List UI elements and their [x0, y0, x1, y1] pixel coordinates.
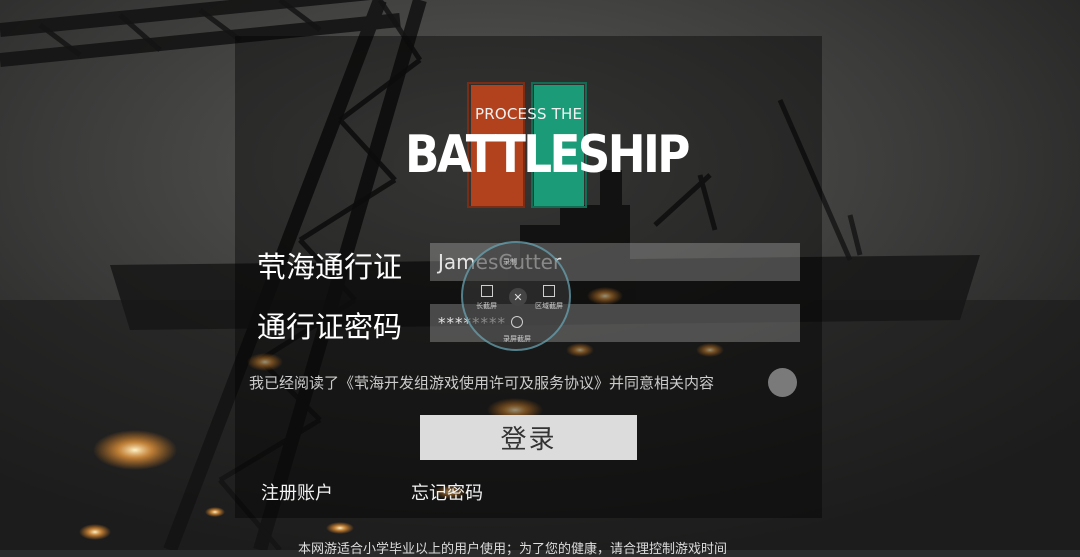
password-label: 通行证密码	[257, 310, 403, 344]
screen-record-icon[interactable]	[511, 316, 523, 328]
register-link[interactable]: 注册账户	[261, 479, 333, 505]
login-button[interactable]: 登录	[420, 415, 637, 460]
agreement-toggle[interactable]	[768, 368, 797, 397]
agreement-text[interactable]: 我已经阅读了《茕海开发组游戏使用许可及服务协议》并同意相关内容	[249, 372, 714, 393]
area-screenshot-label[interactable]: 区域截屏	[535, 301, 563, 311]
screen-record-label[interactable]: 录屏截屏	[503, 334, 531, 344]
record-tool-label[interactable]: 录制	[503, 257, 517, 267]
health-notice: 本网游适合小学毕业以上的用户使用；为了您的健康，请合理控制游戏时间	[298, 542, 728, 557]
game-logo: PROCESS THE BATTLESHIP	[405, 82, 690, 210]
area-screenshot-icon[interactable]	[543, 285, 555, 297]
close-icon[interactable]: ✕	[509, 288, 527, 306]
logo-subtitle: PROCESS THE	[475, 105, 583, 123]
logo-title: BATTLESHIP	[405, 125, 690, 185]
long-screenshot-label[interactable]: 长截屏	[476, 301, 497, 311]
account-label: 茕海通行证	[257, 250, 403, 284]
long-screenshot-icon[interactable]	[481, 285, 493, 297]
screen-capture-overlay[interactable]: 录制 长截屏 ✕ 区域截屏 录屏截屏	[461, 241, 571, 351]
forgot-password-link[interactable]: 忘记密码	[411, 479, 483, 505]
